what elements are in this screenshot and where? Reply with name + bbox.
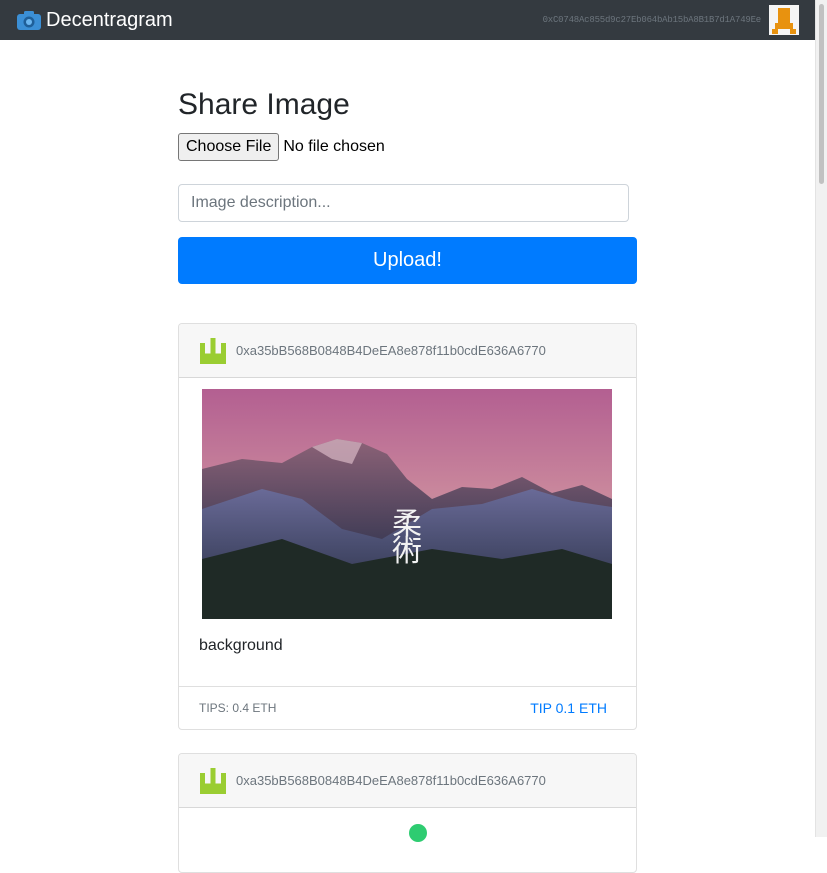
post-header: 0xa35bB568B0848B4DeEA8e878f11b0cdE636A67… xyxy=(179,754,636,808)
page-title: Share Image xyxy=(178,88,350,121)
page-scrollbar[interactable] xyxy=(815,0,827,837)
upload-button[interactable]: Upload! xyxy=(178,237,637,284)
brand-name: Decentragram xyxy=(46,8,173,31)
identicon-avatar xyxy=(769,5,799,35)
post-image: 柔 術 xyxy=(202,389,612,619)
scrollbar-thumb[interactable] xyxy=(819,4,824,184)
tips-amount: TIPS: 0.4 ETH xyxy=(199,701,277,715)
post-author-address: 0xa35bB568B0848B4DeEA8e878f11b0cdE636A67… xyxy=(236,343,546,358)
svg-text:術: 術 xyxy=(392,534,422,569)
post-footer: TIPS: 0.4 ETH TIP 0.1 ETH xyxy=(179,686,636,729)
identicon-icon xyxy=(200,337,226,364)
post-header: 0xa35bB568B0848B4DeEA8e878f11b0cdE636A67… xyxy=(179,324,636,378)
image-placeholder-icon xyxy=(409,824,427,842)
image-description-input[interactable] xyxy=(178,184,629,222)
tip-button[interactable]: TIP 0.1 ETH xyxy=(530,700,607,716)
post-author-address: 0xa35bB568B0848B4DeEA8e878f11b0cdE636A67… xyxy=(236,773,546,788)
post-caption: background xyxy=(199,637,283,654)
file-input[interactable]: Choose File No file chosen xyxy=(178,133,385,161)
post-card: 0xa35bB568B0848B4DeEA8e878f11b0cdE636A67… xyxy=(178,753,637,873)
account-address: 0xC0748Ac855d9c27Eb064bAb15bA8B1B7d1A749… xyxy=(542,15,762,25)
camera-icon xyxy=(17,11,41,30)
post-card: 0xa35bB568B0848B4DeEA8e878f11b0cdE636A67… xyxy=(178,323,637,730)
brand-link[interactable]: Decentragram xyxy=(16,9,173,32)
navbar: Decentragram 0xC0748Ac855d9c27Eb064bAb15… xyxy=(0,0,815,40)
file-status: No file chosen xyxy=(283,138,385,155)
identicon-icon xyxy=(200,767,226,794)
choose-file-button[interactable]: Choose File xyxy=(178,133,280,161)
